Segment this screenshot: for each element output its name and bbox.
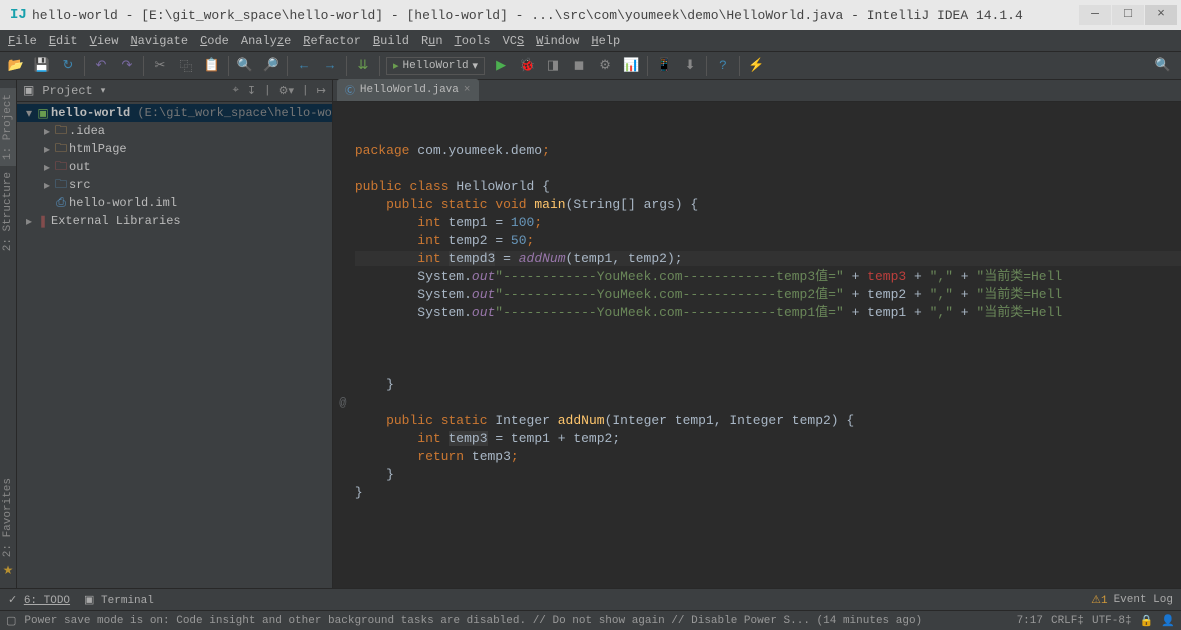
attach-icon[interactable]: ⚙ <box>595 56 615 76</box>
paste-icon[interactable]: 📋 <box>202 56 222 76</box>
menu-edit[interactable]: Edit <box>49 34 78 48</box>
maximize-button[interactable]: □ <box>1112 5 1144 25</box>
editor-area: Ⓒ HelloWorld.java × @ package com.youmee… <box>333 80 1181 588</box>
project-view-title[interactable]: Project <box>42 84 92 98</box>
search-everywhere-icon[interactable]: 🔍 <box>1153 56 1173 76</box>
project-view-icon[interactable]: ▣ <box>23 83 34 98</box>
menu-window[interactable]: Window <box>536 34 579 48</box>
status-window-icon[interactable]: ▢ <box>6 614 16 628</box>
favorites-star-icon[interactable]: ★ <box>3 563 14 578</box>
tool-structure-tab[interactable]: 2: Structure <box>0 166 16 257</box>
menu-vcs[interactable]: VCS <box>503 34 525 48</box>
tree-root[interactable]: ▾▣ hello-world (E:\git_work_space\hello-… <box>17 104 332 122</box>
event-log-tab[interactable]: Event Log <box>1114 594 1173 606</box>
left-tool-strip: 1: Project 2: Structure 2: Favorites ★ <box>0 80 17 588</box>
window-title: hello-world - [E:\git_work_space\hello-w… <box>32 8 1079 23</box>
menu-code[interactable]: Code <box>200 34 229 48</box>
copy-icon[interactable]: ⿻ <box>176 56 196 76</box>
event-log-icon[interactable]: ⚠1 <box>1091 593 1107 607</box>
tree-item-src[interactable]: ▸🗀src <box>17 176 332 194</box>
menu-navigate[interactable]: Navigate <box>130 34 188 48</box>
code-editor[interactable]: @ package com.youmeek.demo; public class… <box>333 102 1181 588</box>
tool-favorites-tab[interactable]: 2: Favorites <box>0 472 16 563</box>
menu-analyze[interactable]: Analyze <box>241 34 291 48</box>
run-config-dropdown[interactable]: HelloWorld ▾ <box>386 57 485 75</box>
tree-item-htmlpage[interactable]: ▸🗀htmlPage <box>17 140 332 158</box>
sdk-icon[interactable]: ⬇ <box>680 56 700 76</box>
back-icon[interactable]: ← <box>294 56 314 76</box>
menubar: File Edit View Navigate Code Analyze Ref… <box>0 30 1181 52</box>
profile-icon[interactable]: 📊 <box>621 56 641 76</box>
menu-build[interactable]: Build <box>373 34 409 48</box>
close-tab-icon[interactable]: × <box>464 84 471 96</box>
menu-refactor[interactable]: Refactor <box>303 34 361 48</box>
menu-help[interactable]: Help <box>591 34 620 48</box>
java-class-icon: Ⓒ <box>345 82 355 98</box>
app-logo-icon: IJ <box>10 7 26 23</box>
cut-icon[interactable]: ✂ <box>150 56 170 76</box>
replace-icon[interactable]: 🔎 <box>261 56 281 76</box>
tree-item-iml[interactable]: ⎙hello-world.iml <box>17 194 332 212</box>
editor-tab-label: HelloWorld.java <box>360 84 459 96</box>
undo-icon[interactable]: ↶ <box>91 56 111 76</box>
scroll-from-source-icon[interactable]: ⌖ <box>233 85 239 97</box>
status-bar: ▢ Power save mode is on: Code insight an… <box>0 610 1181 630</box>
menu-run[interactable]: Run <box>421 34 443 48</box>
close-button[interactable]: × <box>1145 5 1177 25</box>
bottom-tool-bar: ✓ 6: TODO ▣ Terminal ⚠1 Event Log <box>0 588 1181 610</box>
menu-view[interactable]: View <box>90 34 119 48</box>
tree-item-idea[interactable]: ▸🗀.idea <box>17 122 332 140</box>
avd-icon[interactable]: 📱 <box>654 56 674 76</box>
status-message[interactable]: Power save mode is on: Code insight and … <box>24 615 1008 627</box>
menu-tools[interactable]: Tools <box>455 34 491 48</box>
titlebar: IJ hello-world - [E:\git_work_space\hell… <box>0 0 1181 30</box>
tree-external-libs[interactable]: ▸∥External Libraries <box>17 212 332 230</box>
stop-icon[interactable]: ◼ <box>569 56 589 76</box>
status-position[interactable]: 7:17 <box>1017 615 1043 627</box>
toolbar: 📂 💾 ↻ ↶ ↷ ✂ ⿻ 📋 🔍 🔎 ← → ⇊ HelloWorld ▾ ▶… <box>0 52 1181 80</box>
project-panel: ▣ Project ▾ ⌖ ↧ | ⚙▾ | ↦ ▾▣ hello-world … <box>17 80 333 588</box>
hide-panel-icon[interactable]: ↦ <box>317 84 326 98</box>
forward-icon[interactable]: → <box>320 56 340 76</box>
help-icon[interactable]: ? <box>713 56 733 76</box>
power-save-icon[interactable]: ⚡ <box>746 56 766 76</box>
status-encoding[interactable]: UTF-8‡ <box>1092 615 1132 627</box>
status-lock-icon[interactable]: 🔒 <box>1140 614 1154 628</box>
debug-icon[interactable]: 🐞 <box>517 56 537 76</box>
build-icon[interactable]: ⇊ <box>353 56 373 76</box>
tool-project-tab[interactable]: 1: Project <box>0 88 16 166</box>
open-icon[interactable]: 📂 <box>6 56 26 76</box>
coverage-icon[interactable]: ◨ <box>543 56 563 76</box>
terminal-tab[interactable]: ▣ Terminal <box>84 593 154 607</box>
find-icon[interactable]: 🔍 <box>235 56 255 76</box>
menu-file[interactable]: File <box>8 34 37 48</box>
sync-icon[interactable]: ↻ <box>58 56 78 76</box>
save-icon[interactable]: 💾 <box>32 56 52 76</box>
status-hector-icon[interactable]: 👤 <box>1161 614 1175 628</box>
run-icon[interactable]: ▶ <box>491 56 511 76</box>
redo-icon[interactable]: ↷ <box>117 56 137 76</box>
minimize-button[interactable]: — <box>1079 5 1111 25</box>
tree-item-out[interactable]: ▸🗀out <box>17 158 332 176</box>
editor-tab-helloworld[interactable]: Ⓒ HelloWorld.java × <box>337 79 479 101</box>
todo-tab[interactable]: ✓ 6: TODO <box>8 593 70 607</box>
status-line-ending[interactable]: CRLF‡ <box>1051 615 1084 627</box>
settings-gear-icon[interactable]: ⚙▾ <box>279 84 294 98</box>
collapse-all-icon[interactable]: ↧ <box>247 84 256 98</box>
